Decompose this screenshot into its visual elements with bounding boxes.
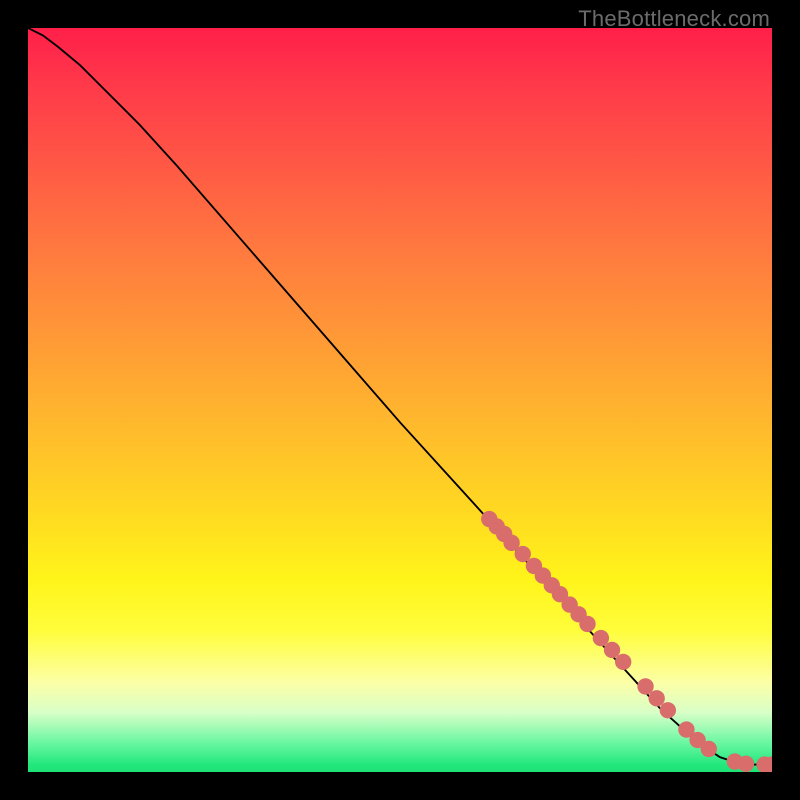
marker-point (615, 654, 631, 670)
plot-area (28, 28, 772, 772)
marker-point (604, 642, 620, 658)
chart-frame: TheBottleneck.com (0, 0, 800, 800)
marker-point (637, 678, 653, 694)
bottleneck-curve-path (28, 28, 772, 765)
curve-layer (28, 28, 772, 772)
marker-point (593, 630, 609, 646)
marker-point (648, 690, 664, 706)
marker-point (515, 546, 531, 562)
marker-point (579, 616, 595, 632)
marker-point (660, 702, 676, 718)
marker-point (701, 741, 717, 757)
marker-point (738, 756, 754, 772)
bottleneck-markers-group (481, 511, 772, 772)
